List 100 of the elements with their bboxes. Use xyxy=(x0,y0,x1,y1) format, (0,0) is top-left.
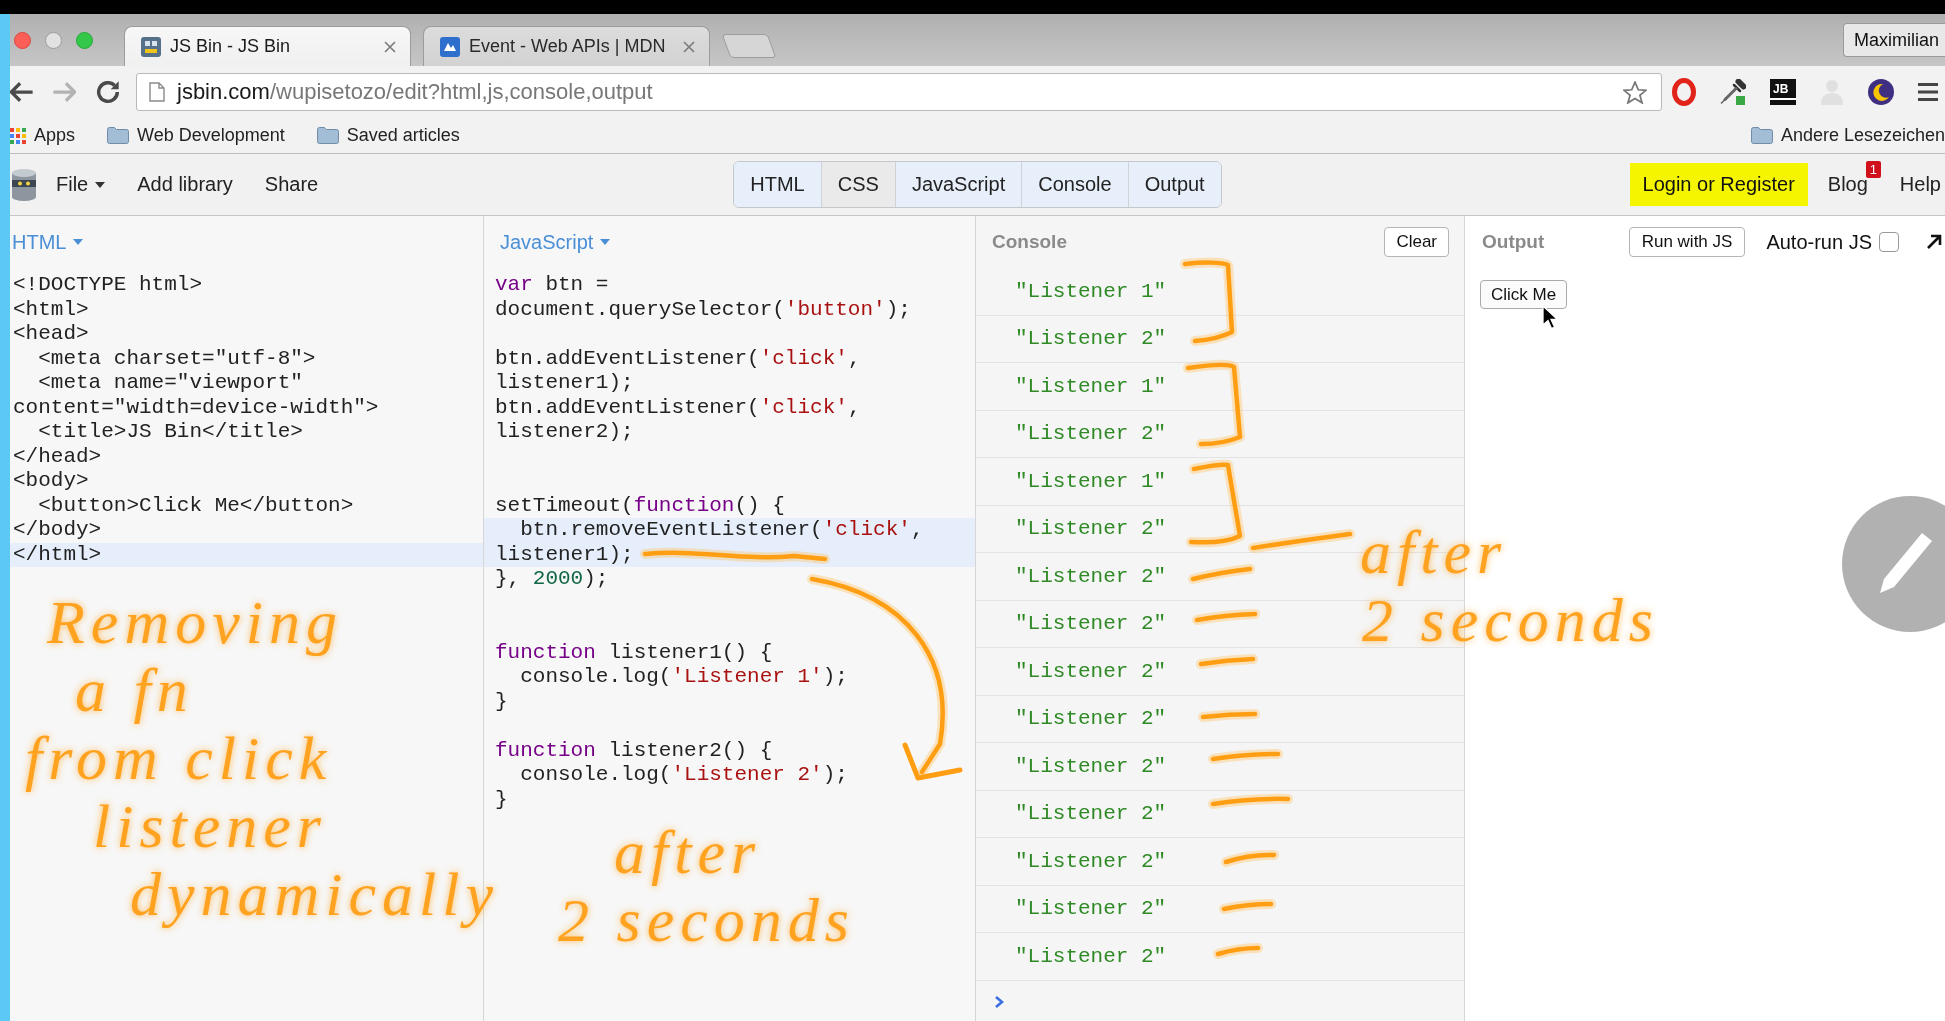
code-line: }, 2000); xyxy=(495,567,609,592)
handwritten-text: after xyxy=(1360,518,1508,586)
favicon-icon xyxy=(141,36,161,57)
code-line: <html> xyxy=(13,297,89,322)
log-entry: "Listener 2" xyxy=(1015,707,1167,731)
code-line: setTimeout(function() { xyxy=(495,493,785,518)
dash-mark xyxy=(1213,943,1263,959)
code-line: <title>JS Bin</title> xyxy=(38,420,303,445)
cursor-icon xyxy=(1542,305,1559,330)
panel-title: Output xyxy=(1482,231,1545,253)
code-line: <meta name="viewport" xyxy=(38,371,303,396)
autorun-checkbox[interactable] xyxy=(1879,232,1899,252)
browser-tab[interactable]: JS Bin - JS Bin xyxy=(124,26,411,66)
panel-title: Console xyxy=(992,231,1067,253)
code-line: console.log('Listener 2'); xyxy=(520,763,848,788)
blog-link[interactable]: Blog xyxy=(1827,173,1868,196)
zoom-dot-icon[interactable] xyxy=(76,31,93,49)
autorun-label: Auto-run JS xyxy=(1766,230,1872,254)
log-entry: "Listener 2" xyxy=(1015,327,1167,351)
page-icon xyxy=(149,82,165,102)
code-line: listener1); xyxy=(495,371,634,396)
dropper-icon[interactable] xyxy=(1720,79,1746,105)
code-line: } xyxy=(495,787,508,812)
dash-mark xyxy=(1188,564,1255,584)
menu-button[interactable]: Add library xyxy=(137,173,233,196)
code-line: content="width=device-width"> xyxy=(13,395,379,420)
folder-icon xyxy=(316,127,339,144)
panel-tab[interactable]: JavaScript xyxy=(894,162,1022,207)
menu-button[interactable]: File xyxy=(56,173,106,196)
help-link[interactable]: Help xyxy=(1899,173,1941,196)
panel-tab[interactable]: Output xyxy=(1127,162,1221,207)
code-line: btn.removeEventListener('click', xyxy=(520,518,924,543)
handwritten-text: a fn xyxy=(75,656,194,724)
handwritten-text: 2 seconds xyxy=(558,886,855,954)
handwritten-text: after xyxy=(614,818,762,886)
dash-mark xyxy=(1219,899,1276,914)
clear-button[interactable]: Clear xyxy=(1384,227,1449,257)
log-entry: "Listener 1" xyxy=(1015,469,1167,493)
code-line: btn.addEventListener('click', xyxy=(495,346,861,371)
dash-mark xyxy=(1192,609,1260,625)
code-line: </body> xyxy=(13,518,102,543)
dash-mark xyxy=(1221,849,1279,867)
jar-logo-icon[interactable] xyxy=(10,168,38,201)
log-entry: "Listener 2" xyxy=(1015,659,1167,683)
code-line: function listener1() { xyxy=(495,640,773,665)
code-line: var btn = xyxy=(495,273,609,298)
ring-icon[interactable] xyxy=(1672,78,1696,106)
code-line: listener2); xyxy=(495,420,634,445)
code-line: console.log('Listener 1'); xyxy=(520,665,848,690)
log-entry: "Listener 2" xyxy=(1015,849,1167,873)
notification-badge: 1 xyxy=(1865,161,1882,178)
menu-button[interactable]: Share xyxy=(264,173,319,196)
caret-icon xyxy=(73,239,84,245)
extension-button[interactable]: JB xyxy=(1770,79,1796,105)
diagonal-arrow-icon[interactable] xyxy=(1926,234,1942,250)
folder-icon xyxy=(107,127,130,144)
prompt-chevron-icon xyxy=(994,994,1004,1009)
back-arrow-icon[interactable] xyxy=(10,82,34,102)
reload-icon[interactable] xyxy=(96,80,120,104)
caret-icon xyxy=(600,239,611,245)
panel-tab[interactable]: CSS xyxy=(820,162,895,207)
login-button[interactable]: Login or Register xyxy=(1629,163,1808,206)
log-entry: "Listener 2" xyxy=(1015,802,1167,826)
handwritten-text: 2 seconds xyxy=(1362,586,1659,654)
preview-button[interactable]: Click Me xyxy=(1480,280,1568,309)
log-entry: "Listener 1" xyxy=(1015,374,1167,398)
handwritten-text: Removing xyxy=(47,588,343,656)
bookmark-item[interactable]: Saved articles xyxy=(316,125,460,146)
address-field[interactable]: jsbin.com/wupisetozo/edit?html,js,console,output xyxy=(136,73,1662,111)
log-entry: "Listener 2" xyxy=(1015,897,1167,921)
run-button[interactable]: Run with JS xyxy=(1628,227,1746,257)
panel-tab[interactable]: HTML xyxy=(734,162,821,207)
browser-tab[interactable]: Event - Web APIs | MDN xyxy=(423,26,710,66)
code-line: <!DOCTYPE html> xyxy=(13,273,203,298)
code-line: <button>Click Me</button> xyxy=(38,493,354,518)
close-dot-icon[interactable] xyxy=(14,31,31,49)
panel-tab[interactable]: Console xyxy=(1021,162,1128,207)
log-entry: "Listener 2" xyxy=(1015,422,1167,446)
pencil-icon xyxy=(1879,533,1933,593)
moon-icon[interactable] xyxy=(1868,79,1894,105)
code-line: <head> xyxy=(13,322,89,347)
code-line: <meta charset="utf-8"> xyxy=(38,346,316,371)
log-entry: "Listener 2" xyxy=(1015,517,1167,541)
star-icon[interactable] xyxy=(1623,80,1647,104)
close-icon[interactable] xyxy=(384,40,396,53)
handwritten-text: dynamically xyxy=(130,860,499,928)
menu-icon[interactable] xyxy=(1918,83,1938,101)
code-line: btn.addEventListener('click', xyxy=(495,395,861,420)
minimize-dot-icon[interactable] xyxy=(45,31,62,49)
bookmark-item[interactable]: Andere Lesezeichen xyxy=(1750,125,1945,146)
code-line: } xyxy=(495,689,508,714)
profile-button[interactable]: Maximilian xyxy=(1842,23,1945,57)
handwritten-text: listener xyxy=(93,792,327,860)
code-line: <body> xyxy=(13,469,89,494)
bookmark-item[interactable]: Apps xyxy=(10,125,76,146)
code-line: function listener2() { xyxy=(495,738,773,763)
close-icon[interactable] xyxy=(683,40,695,53)
dash-mark xyxy=(1198,709,1260,722)
log-entry: "Listener 1" xyxy=(1015,279,1167,303)
bookmark-item[interactable]: Web Development xyxy=(107,125,285,146)
